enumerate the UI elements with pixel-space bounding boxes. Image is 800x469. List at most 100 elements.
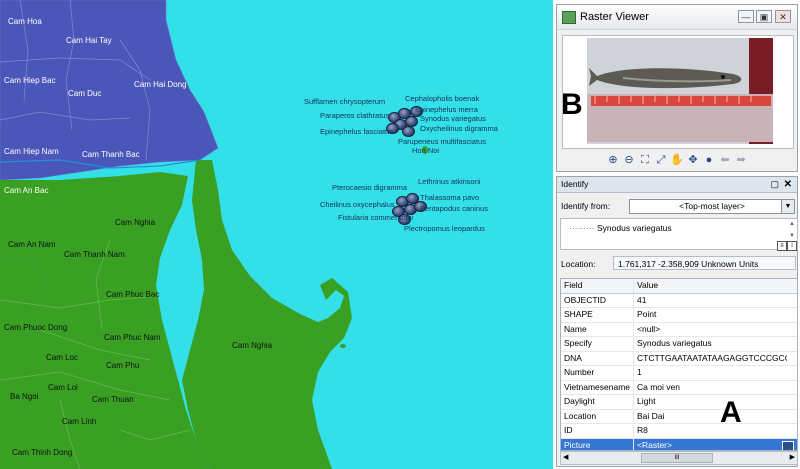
field-cell: DNA: [564, 352, 582, 363]
value-cell: Bai Dai: [633, 409, 787, 423]
place-label: Cam Hoa: [8, 17, 42, 26]
table-row[interactable]: OBJECTID 41: [561, 293, 797, 308]
value-cell: <null>: [633, 322, 787, 336]
table-row[interactable]: DNA CTCTTGAATAATATAAGAGGTCCCGCCTGC: [561, 351, 797, 366]
dock-icon[interactable]: ▢: [770, 177, 779, 192]
value-cell: Ca moi ven: [633, 380, 787, 394]
table-row-selected[interactable]: Picture <Raster>: [561, 438, 797, 450]
species-label: Oxycheilinus digramma: [420, 124, 498, 133]
species-label: Epinephelus merra: [415, 105, 478, 114]
species-label: Pterocaesio digramma: [332, 183, 408, 192]
maximize-button[interactable]: ▣: [756, 10, 772, 23]
globe-icon[interactable]: ●: [702, 153, 716, 167]
table-header-row: Field Value: [561, 279, 797, 294]
expand-icon[interactable]: ≡: [777, 241, 787, 251]
place-label: Cam Nghia: [115, 218, 156, 227]
table-row[interactable]: Number 1: [561, 366, 797, 381]
value-column-header[interactable]: Value: [633, 279, 787, 293]
species-label: Epinephelus fasciatus: [320, 127, 393, 136]
value-cell: <Raster>: [633, 438, 787, 450]
place-label: Cam Phuoc Dong: [4, 323, 68, 332]
place-label: Cam Hiep Nam: [4, 147, 59, 156]
species-label: Pentapodus caninus: [420, 204, 488, 213]
value-cell: 1: [633, 366, 787, 380]
west-peninsula-area: [0, 172, 210, 469]
table-row[interactable]: Vietnamesename Ca moi ven: [561, 380, 797, 395]
scroll-right-icon[interactable]: ▶: [790, 452, 795, 464]
field-cell: Name: [564, 323, 587, 334]
map-view[interactable]: Cam Hoa Cam Hai Tay Cam Hiep Bac Cam Duc…: [0, 0, 553, 469]
value-cell: 41: [633, 293, 787, 307]
place-label: Cam Thanh Nam: [64, 250, 125, 259]
info-icon[interactable]: i: [787, 241, 797, 251]
close-button[interactable]: ✕: [775, 10, 791, 23]
field-column-header[interactable]: Field: [564, 279, 630, 293]
fit-icon[interactable]: ⛶: [638, 153, 652, 167]
place-label: Cam Nghia: [232, 341, 273, 350]
species-label: Plectropomus leopardus: [404, 224, 485, 233]
raster-thumbnail-icon[interactable]: [782, 440, 794, 450]
identify-title: Identify: [561, 179, 589, 189]
place-label: Cam Thuan: [92, 395, 134, 404]
islet: [314, 348, 318, 352]
identify-results-tree[interactable]: ········· Synodus variegatus ▲ ▼: [560, 218, 798, 250]
zoom-in-icon[interactable]: ⊕: [606, 153, 620, 167]
place-label: Cam Loc: [46, 353, 79, 362]
scroll-left-icon[interactable]: ◀: [563, 452, 568, 464]
place-label: Cam An Nam: [8, 240, 56, 249]
place-label: Ba Ngoi: [10, 392, 39, 401]
horizontal-scrollbar[interactable]: ◀ III ▶: [560, 451, 798, 465]
table-row[interactable]: Location Bai Dai: [561, 409, 797, 424]
field-cell: Vietnamesename: [564, 381, 630, 392]
table-row[interactable]: SHAPE Point: [561, 308, 797, 323]
location-label: Location:: [561, 259, 596, 269]
place-label: Cam Hai Dong: [134, 80, 187, 89]
identify-titlebar[interactable]: Identify ▢ ✕: [557, 177, 797, 193]
scrollbar-thumb[interactable]: III: [641, 453, 713, 463]
species-label: Cephalopholis boenak: [405, 94, 480, 103]
field-cell: Daylight: [564, 396, 595, 406]
table-row[interactable]: Specify Synodus variegatus: [561, 337, 797, 352]
place-label: Cam Thinh Dong: [12, 448, 73, 457]
forward-arrow-icon[interactable]: ➡: [734, 153, 748, 167]
table-row[interactable]: Name <null>: [561, 322, 797, 337]
raster-image-view[interactable]: [562, 35, 794, 149]
species-label: Paraperos clathratus: [320, 111, 390, 120]
raster-toolbar: ⊕ ⊖ ⛶ ⤢ ✋ ✥ ● ⬅ ➡: [557, 150, 797, 170]
species-label: Thalassoma pavo: [420, 193, 480, 202]
value-cell: R8: [633, 424, 787, 438]
table-row[interactable]: Daylight Light: [561, 395, 797, 410]
identify-from-value: <Top-most layer>: [679, 201, 745, 211]
full-extent-icon[interactable]: ⤢: [654, 153, 668, 167]
place-label: Cam Linh: [62, 417, 97, 426]
field-cell: Picture: [564, 439, 591, 450]
fish-photo: [563, 36, 793, 148]
species-label: Parupeneus multifasciatus: [398, 137, 486, 146]
table-row[interactable]: ID R8: [561, 424, 797, 439]
close-icon[interactable]: ✕: [784, 177, 792, 192]
species-label: Cheilinus oxycephalus: [320, 200, 395, 209]
place-label: Cam Phuc Bac: [106, 290, 160, 299]
field-cell: Number: [564, 367, 595, 377]
place-label: Cam Phu: [106, 361, 140, 370]
pan-icon[interactable]: ✋: [670, 153, 684, 167]
attributes-table[interactable]: Field Value OBJECTID 41 SHAPE Point Name <n…: [560, 278, 798, 451]
chevron-down-icon[interactable]: ▼: [781, 200, 794, 213]
scroll-down-icon[interactable]: ▼: [789, 233, 795, 239]
place-label: Cam Hai Tay: [66, 36, 112, 45]
map-canvas: [0, 0, 428, 469]
islet: [340, 344, 346, 348]
scroll-up-icon[interactable]: ▲: [789, 221, 795, 227]
minimize-button[interactable]: —: [738, 10, 754, 23]
sample-point-marker[interactable]: [402, 126, 415, 137]
identify-from-dropdown[interactable]: <Top-most layer> ▼: [629, 199, 795, 214]
zoom-window-icon[interactable]: ✥: [686, 153, 700, 167]
raster-viewer-window[interactable]: Raster Viewer — ▣ ✕ ⊕ ⊖ ⛶ ⤢ ✋ ✥ ● ⬅ ➡: [556, 4, 798, 172]
zoom-out-icon[interactable]: ⊖: [622, 153, 636, 167]
raster-viewer-titlebar[interactable]: Raster Viewer — ▣ ✕: [557, 5, 797, 30]
species-label: Synodus variegatus: [420, 114, 486, 123]
back-arrow-icon[interactable]: ⬅: [718, 153, 732, 167]
tree-item-synodus-variegatus[interactable]: Synodus variegatus: [597, 223, 672, 233]
identify-window[interactable]: Identify ▢ ✕ Identify from: <Top-most la…: [556, 176, 798, 467]
value-cell: CTCTTGAATAATATAAGAGGTCCCGCCTGC: [633, 351, 787, 365]
